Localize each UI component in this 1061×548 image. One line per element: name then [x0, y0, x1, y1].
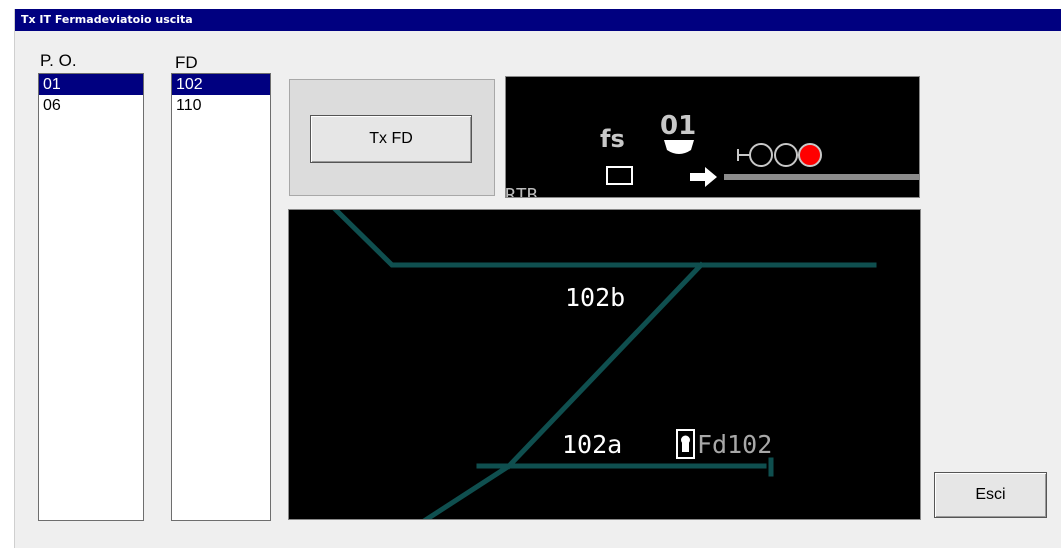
arrow-right-icon: [690, 167, 717, 187]
track-segment-upper: [332, 210, 877, 268]
track-panel: 102b 102a Fd102: [288, 209, 921, 520]
track-diagram: 102b 102a Fd102: [332, 210, 877, 519]
app-window: Tx IT Fermadeviatoio uscita P. O. 01 06 F…: [14, 9, 1061, 548]
signal-track-line: [724, 174, 919, 180]
tx-panel: Tx FD: [289, 79, 495, 196]
shield-icon: [664, 140, 694, 154]
track-segment-lower-left: [422, 462, 513, 519]
lock-icon: [676, 429, 695, 459]
fd-label: FD: [175, 53, 198, 72]
signal-diagram: fs 01 RTB: [506, 111, 919, 198]
track-label-102a: 102a: [562, 430, 622, 459]
po-list-item[interactable]: 06: [39, 95, 143, 116]
rtb-label: RTB: [506, 185, 538, 198]
fd-listbox[interactable]: 102 110: [171, 73, 271, 521]
signal-lamp-red-icon: [798, 143, 822, 167]
signal-panel: fs 01 RTB: [505, 76, 920, 198]
tx-fd-button[interactable]: Tx FD: [310, 115, 472, 163]
po-label: P. O.: [40, 51, 77, 70]
track-label-102b: 102b: [565, 283, 625, 312]
exit-button[interactable]: Esci: [934, 472, 1047, 518]
fs-label: fs: [600, 125, 625, 153]
po-list-item[interactable]: 01: [39, 74, 143, 95]
fd-list-item[interactable]: 102: [172, 74, 270, 95]
signal-lamp-icon: [749, 143, 773, 167]
signal-lamp-icon: [774, 143, 798, 167]
po-listbox[interactable]: 01 06: [38, 73, 144, 521]
window-title: Tx IT Fermadeviatoio uscita: [15, 9, 1061, 31]
signal-number-label: 01: [660, 111, 696, 141]
fd-list-item[interactable]: 110: [172, 95, 270, 116]
switch-label-fd102: Fd102: [697, 430, 772, 459]
square-icon: [606, 166, 633, 185]
